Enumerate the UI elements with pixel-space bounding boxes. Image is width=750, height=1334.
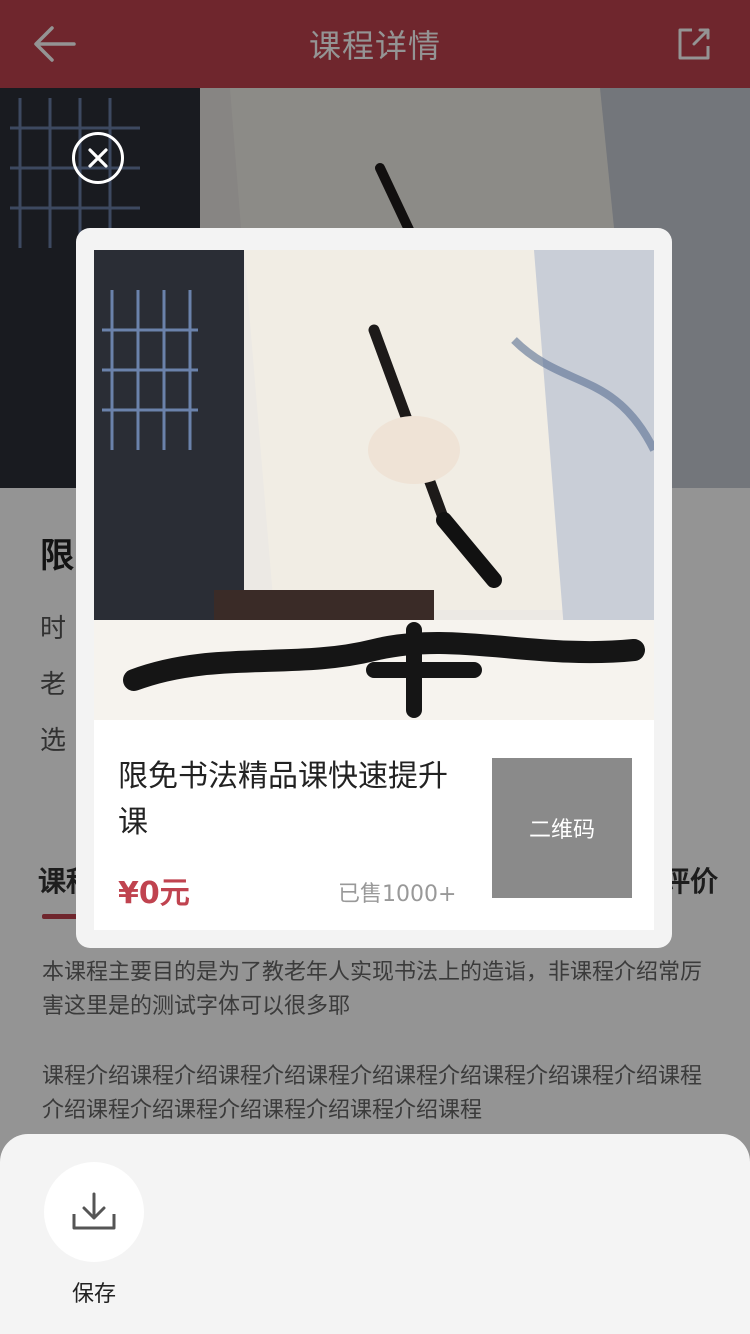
poster-course-title: 限免书法精品课快速提升课: [118, 759, 448, 840]
calligraphy-photo: [94, 250, 654, 720]
poster-sold-count: 已售1000+: [338, 882, 457, 907]
qr-code-label: 二维码: [528, 818, 595, 843]
save-label: 保存: [71, 1282, 116, 1307]
bottom-action-sheet: 保存: [0, 1134, 750, 1334]
close-button[interactable]: [72, 132, 124, 184]
poster-image: [94, 250, 654, 720]
qr-code-placeholder: 二维码: [492, 758, 632, 898]
modal-overlay: 限免书法精品课快速提升课 ¥0元 已售1000+ 二维码 保存: [0, 0, 750, 1334]
share-poster: 限免书法精品课快速提升课 ¥0元 已售1000+ 二维码: [76, 228, 672, 948]
close-icon: [88, 148, 108, 168]
download-icon: [72, 1192, 116, 1230]
poster-card: 限免书法精品课快速提升课 ¥0元 已售1000+ 二维码: [94, 250, 654, 930]
poster-price: ¥0元: [118, 876, 190, 911]
save-button[interactable]: [44, 1162, 144, 1262]
